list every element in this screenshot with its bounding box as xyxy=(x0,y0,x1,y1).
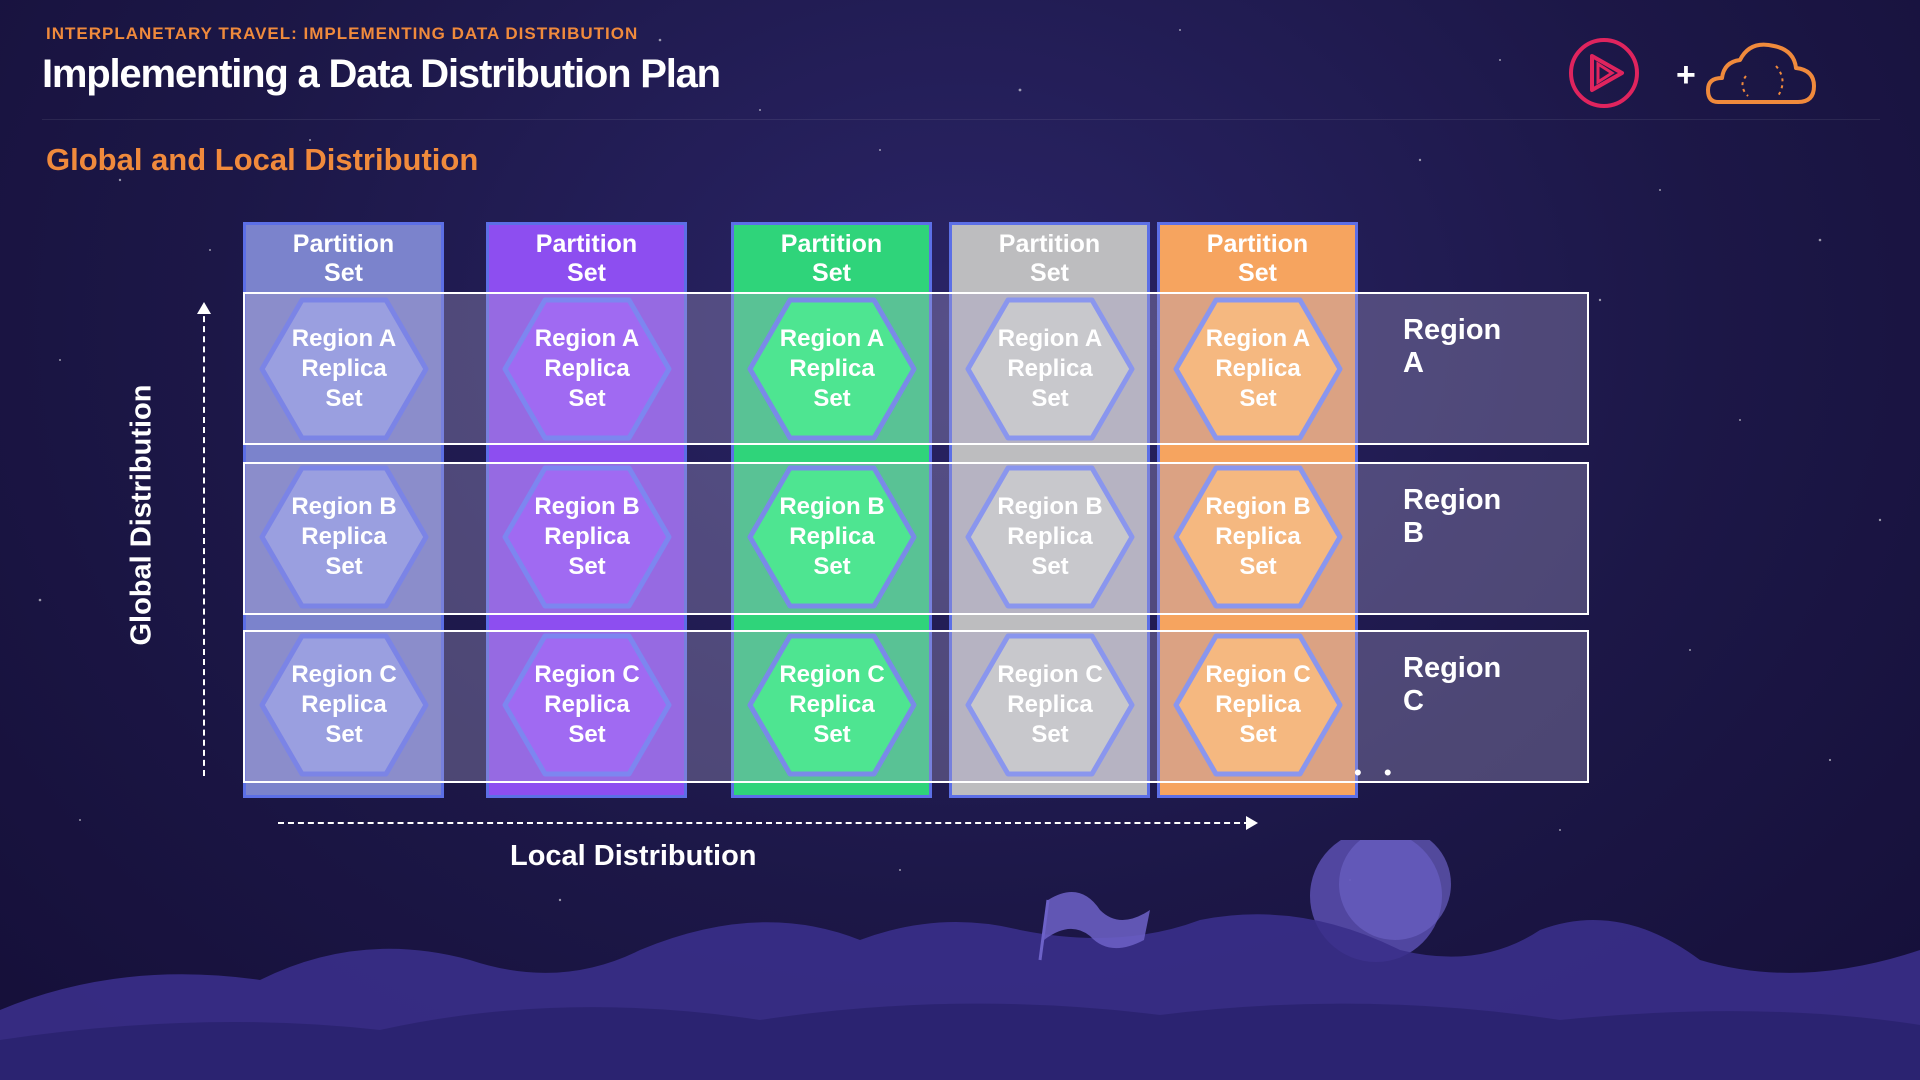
slide-subtitle: Global and Local Distribution xyxy=(46,142,479,177)
partition-set-header: Partition Set xyxy=(535,230,638,287)
replica-set-hexagon: Region B Replica Set xyxy=(501,464,673,610)
replica-set-label: Region C Replica Set xyxy=(291,661,397,748)
replica-set-label: Region C Replica Set xyxy=(1205,661,1311,748)
replica-set-label: Region B Replica Set xyxy=(534,493,640,580)
pluralsight-play-icon xyxy=(1569,38,1639,108)
region-label: Region A xyxy=(1403,314,1502,379)
replica-set-hexagon: Region C Replica Set xyxy=(258,632,430,778)
replica-set-hexagon: Region B Replica Set xyxy=(1172,464,1344,610)
moon-landscape-illustration xyxy=(0,840,1920,1080)
global-distribution-label: Global Distribution xyxy=(125,384,158,646)
region-label: Region B xyxy=(1403,484,1502,549)
replica-set-hexagon: Region A Replica Set xyxy=(1172,296,1344,442)
replica-set-label: Region B Replica Set xyxy=(779,493,885,580)
presentation-kicker: INTERPLANETARY TRAVEL: IMPLEMENTING DATA… xyxy=(46,24,639,43)
header-divider xyxy=(42,119,1880,120)
replica-set-label: Region C Replica Set xyxy=(534,661,640,748)
replica-set-hexagon: Region C Replica Set xyxy=(1172,632,1344,778)
replica-set-hexagon: Region A Replica Set xyxy=(746,296,918,442)
global-distribution-axis xyxy=(203,306,205,776)
replica-set-label: Region A Replica Set xyxy=(534,325,640,412)
plus-sign: + xyxy=(1676,56,1696,94)
slide-title: Implementing a Data Distribution Plan xyxy=(42,52,721,96)
replica-set-hexagon: Region B Replica Set xyxy=(746,464,918,610)
cloud-icon xyxy=(1706,42,1816,104)
arrow-right-icon xyxy=(1246,816,1258,830)
replica-set-hexagon: Region A Replica Set xyxy=(258,296,430,442)
region-label: Region C xyxy=(1403,652,1502,717)
replica-set-hexagon: Region C Replica Set xyxy=(746,632,918,778)
replica-set-hexagon: Region C Replica Set xyxy=(964,632,1136,778)
replica-set-label: Region A Replica Set xyxy=(779,325,885,412)
replica-set-label: Region C Replica Set xyxy=(779,661,885,748)
replica-set-label: Region A Replica Set xyxy=(997,325,1103,412)
replica-set-label: Region B Replica Set xyxy=(291,493,397,580)
replica-set-label: Region B Replica Set xyxy=(997,493,1103,580)
replica-set-hexagon: Region A Replica Set xyxy=(964,296,1136,442)
replica-set-hexagon: Region A Replica Set xyxy=(501,296,673,442)
partition-set-header: Partition Set xyxy=(1206,230,1309,287)
local-distribution-axis xyxy=(278,822,1250,824)
replica-set-hexagon: Region B Replica Set xyxy=(964,464,1136,610)
replica-set-label: Region A Replica Set xyxy=(1205,325,1311,412)
arrow-up-icon xyxy=(197,302,211,314)
replica-set-label: Region A Replica Set xyxy=(291,325,397,412)
partition-set-header: Partition Set xyxy=(998,230,1101,287)
partition-set-header: Partition Set xyxy=(780,230,883,287)
partition-set-header: Partition Set xyxy=(292,230,395,287)
replica-set-label: Region C Replica Set xyxy=(997,661,1103,748)
replica-set-label: Region B Replica Set xyxy=(1205,493,1311,580)
replica-set-hexagon: Region C Replica Set xyxy=(501,632,673,778)
brand-logos: + xyxy=(1568,36,1838,116)
continuation-ellipsis: • • xyxy=(1354,760,1400,785)
replica-set-hexagon: Region B Replica Set xyxy=(258,464,430,610)
